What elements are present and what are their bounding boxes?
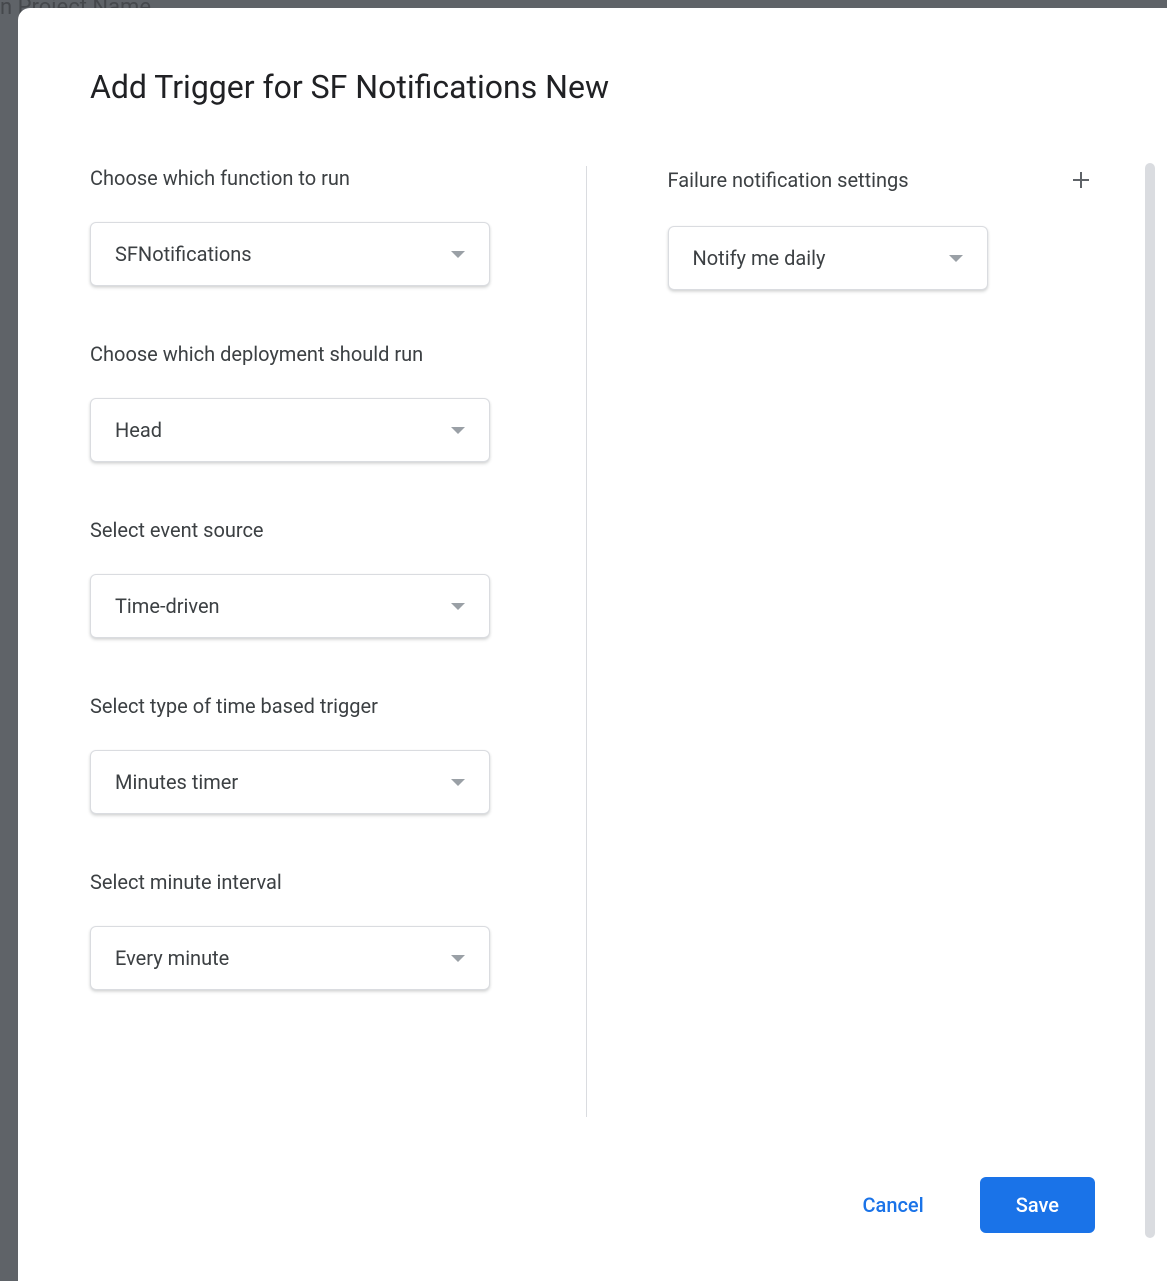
chevron-down-icon bbox=[451, 427, 465, 434]
function-field-group: Choose which function to run SFNotificat… bbox=[90, 166, 518, 286]
interval-field-group: Select minute interval Every minute bbox=[90, 870, 518, 990]
chevron-down-icon bbox=[451, 251, 465, 258]
right-column: Failure notification settings Notify me … bbox=[578, 166, 1096, 1137]
event-source-label: Select event source bbox=[90, 518, 518, 542]
chevron-down-icon bbox=[451, 603, 465, 610]
failure-notification-group: Failure notification settings Notify me … bbox=[668, 166, 1096, 290]
deployment-label: Choose which deployment should run bbox=[90, 342, 518, 366]
chevron-down-icon bbox=[451, 779, 465, 786]
chevron-down-icon bbox=[949, 255, 963, 262]
modal-body: Choose which function to run SFNotificat… bbox=[18, 166, 1167, 1137]
interval-select[interactable]: Every minute bbox=[90, 926, 490, 990]
plus-icon bbox=[1069, 168, 1093, 192]
notify-select-value: Notify me daily bbox=[693, 246, 949, 270]
event-source-select-value: Time-driven bbox=[115, 594, 451, 618]
add-notification-button[interactable] bbox=[1067, 166, 1095, 194]
deployment-select-value: Head bbox=[115, 418, 451, 442]
function-select-value: SFNotifications bbox=[115, 242, 451, 266]
modal-footer: Cancel Save bbox=[18, 1137, 1167, 1281]
add-trigger-modal: Add Trigger for SF Notifications New Cho… bbox=[18, 8, 1167, 1281]
column-divider bbox=[586, 166, 587, 1117]
trigger-type-field-group: Select type of time based trigger Minute… bbox=[90, 694, 518, 814]
event-source-field-group: Select event source Time-driven bbox=[90, 518, 518, 638]
chevron-down-icon bbox=[451, 955, 465, 962]
trigger-type-select[interactable]: Minutes timer bbox=[90, 750, 490, 814]
modal-title: Add Trigger for SF Notifications New bbox=[90, 68, 1095, 106]
save-button[interactable]: Save bbox=[980, 1177, 1095, 1233]
notify-select[interactable]: Notify me daily bbox=[668, 226, 988, 290]
modal-header: Add Trigger for SF Notifications New bbox=[18, 8, 1167, 166]
deployment-select[interactable]: Head bbox=[90, 398, 490, 462]
left-column: Choose which function to run SFNotificat… bbox=[90, 166, 578, 1137]
function-select[interactable]: SFNotifications bbox=[90, 222, 490, 286]
trigger-type-label: Select type of time based trigger bbox=[90, 694, 518, 718]
failure-notification-label: Failure notification settings bbox=[668, 168, 909, 192]
interval-label: Select minute interval bbox=[90, 870, 518, 894]
trigger-type-select-value: Minutes timer bbox=[115, 770, 451, 794]
failure-section-header: Failure notification settings bbox=[668, 166, 1096, 194]
deployment-field-group: Choose which deployment should run Head bbox=[90, 342, 518, 462]
event-source-select[interactable]: Time-driven bbox=[90, 574, 490, 638]
interval-select-value: Every minute bbox=[115, 946, 451, 970]
scrollbar[interactable] bbox=[1145, 163, 1155, 1238]
cancel-button[interactable]: Cancel bbox=[863, 1193, 924, 1217]
function-label: Choose which function to run bbox=[90, 166, 518, 190]
